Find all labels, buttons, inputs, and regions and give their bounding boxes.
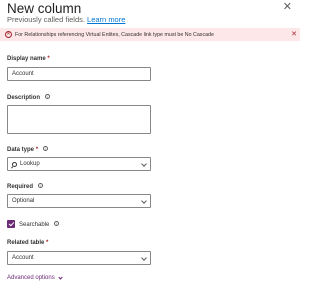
data-type-value: Lookup [20, 161, 40, 167]
searchable-label: Searchable i [19, 221, 60, 228]
info-icon[interactable]: i [42, 146, 48, 151]
lookup-search-icon [12, 161, 17, 167]
info-icon[interactable]: i [44, 94, 50, 99]
required-asterisk: * [35, 147, 39, 153]
required-label: Required i [7, 183, 43, 190]
required-value: Optional [12, 198, 35, 204]
error-message-bar: ✕ For Relationships referencing Virtual … [0, 28, 300, 41]
learn-more-link[interactable]: Learn more [87, 15, 125, 24]
info-icon[interactable]: i [54, 221, 60, 226]
related-table-value: Account [12, 255, 34, 261]
chevron-down-icon [141, 255, 147, 261]
related-table-label: Related table * [7, 240, 49, 246]
panel-title: New column [7, 1, 82, 16]
error-message-text: For Relationships referencing Virtual En… [15, 31, 214, 38]
description-label: Description i [7, 94, 50, 101]
dismiss-error-icon[interactable]: ✕ [291, 30, 297, 38]
display-name-input[interactable]: Account [7, 67, 151, 81]
description-textarea[interactable] [7, 105, 151, 134]
error-circle-icon: ✕ [5, 31, 12, 38]
required-asterisk: * [47, 56, 50, 62]
info-icon[interactable]: i [37, 183, 43, 188]
data-type-dropdown[interactable]: Lookup [7, 157, 151, 171]
related-table-dropdown[interactable]: Account [7, 251, 151, 265]
chevron-down-icon [141, 161, 147, 167]
data-type-label: Data type * i [7, 146, 48, 153]
subtitle-text: Previously called fields. [7, 15, 85, 24]
close-icon[interactable]: ✕ [283, 0, 292, 13]
display-name-label: Display name * [7, 56, 50, 62]
display-name-value: Account [12, 71, 34, 77]
required-asterisk: * [46, 240, 49, 246]
subtitle: Previously called fields. Learn more [7, 15, 125, 24]
advanced-options-toggle[interactable]: Advanced options [7, 274, 63, 281]
searchable-checkbox[interactable] [7, 220, 15, 228]
required-dropdown[interactable]: Optional [7, 194, 151, 208]
chevron-down-icon [58, 274, 63, 280]
chevron-down-icon [141, 198, 147, 204]
